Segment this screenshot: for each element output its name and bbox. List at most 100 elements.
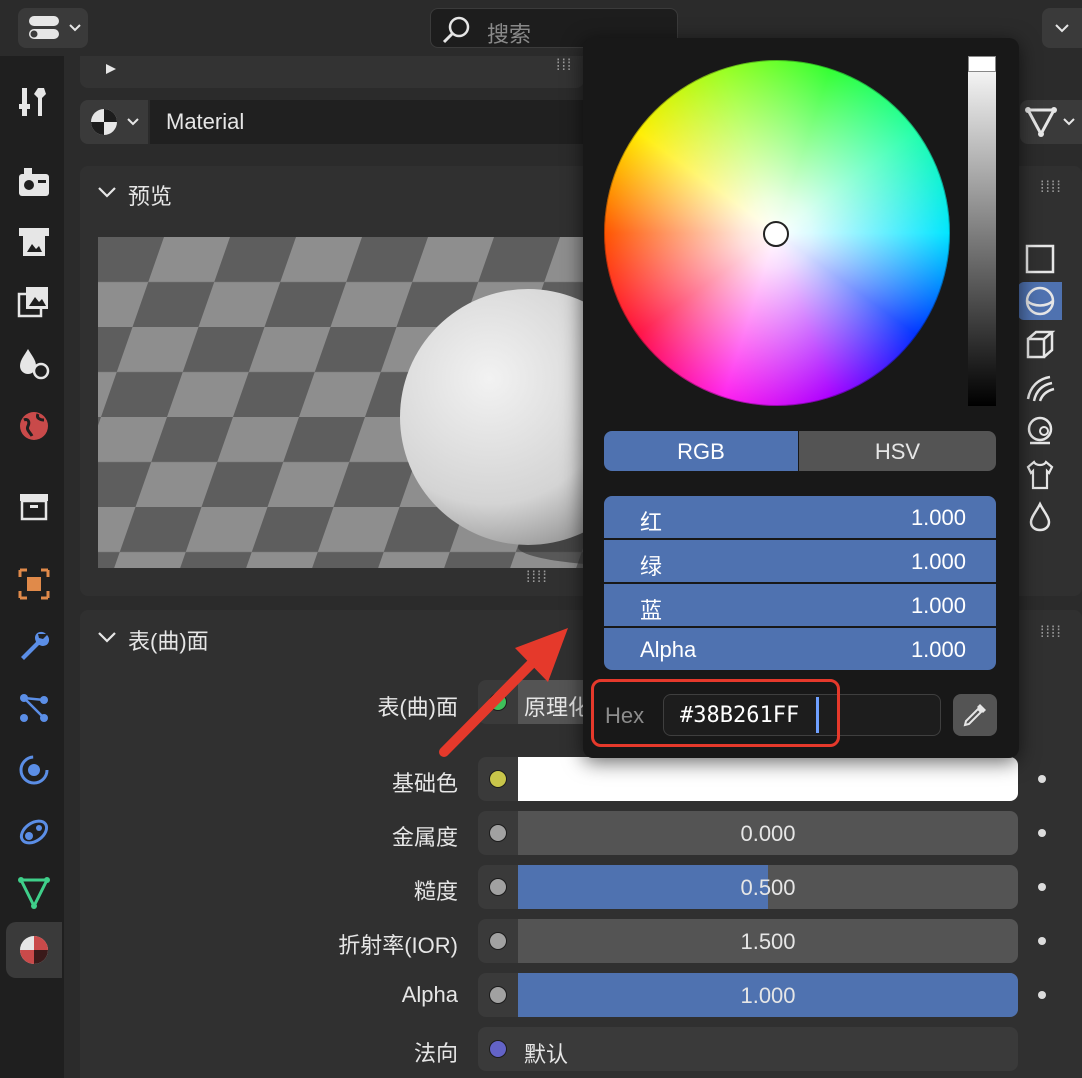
tab-particles[interactable] bbox=[6, 680, 62, 736]
keyframe-dot[interactable] bbox=[1038, 829, 1046, 837]
roughness-slider[interactable]: 0.500 bbox=[518, 865, 1018, 909]
blue-channel-slider[interactable]: 蓝 1.000 bbox=[604, 584, 996, 626]
chevron-down-icon bbox=[1063, 118, 1075, 126]
tab-material[interactable] bbox=[6, 922, 62, 978]
socket-dot bbox=[489, 986, 507, 1004]
chevron-down-icon bbox=[69, 24, 81, 32]
color-wheel-cursor[interactable] bbox=[763, 221, 789, 247]
tab-collection[interactable] bbox=[6, 478, 62, 534]
base-color-swatch[interactable] bbox=[518, 757, 1018, 801]
alpha-socket[interactable] bbox=[478, 973, 518, 1017]
metallic-value: 0.000 bbox=[740, 821, 796, 846]
tab-rgb[interactable]: RGB bbox=[604, 431, 798, 471]
triangle-right-icon bbox=[106, 64, 116, 74]
metallic-label: 金属度 bbox=[391, 825, 458, 850]
tab-scene[interactable] bbox=[6, 336, 62, 392]
tab-modifiers[interactable] bbox=[6, 618, 62, 674]
output-icon bbox=[19, 228, 49, 256]
drop-icon bbox=[1029, 501, 1051, 532]
tool-icon bbox=[19, 88, 46, 116]
green-channel-label: 绿 bbox=[640, 554, 663, 579]
normal-socket[interactable] bbox=[478, 1027, 518, 1071]
alpha-slider[interactable]: 1.000 bbox=[518, 973, 1018, 1017]
socket-dot bbox=[489, 693, 507, 711]
tab-tool[interactable] bbox=[6, 74, 62, 130]
normal-field[interactable]: 默认 bbox=[518, 1027, 1018, 1071]
material-browse-button[interactable] bbox=[80, 100, 148, 144]
chevron-down-icon[interactable] bbox=[96, 184, 118, 200]
green-channel-slider[interactable]: 绿 1.000 bbox=[604, 540, 996, 582]
roughness-socket[interactable] bbox=[478, 865, 518, 909]
sphere-icon bbox=[1025, 286, 1055, 316]
tab-render[interactable] bbox=[6, 154, 62, 210]
eyedropper-button[interactable] bbox=[953, 694, 997, 736]
tab-view-layer[interactable] bbox=[6, 274, 62, 330]
tab-output[interactable] bbox=[6, 214, 62, 270]
properties-tab-strip bbox=[0, 56, 64, 1078]
chevron-down-icon bbox=[1055, 24, 1069, 33]
preview-cube-button[interactable] bbox=[1018, 326, 1062, 364]
scene-icon bbox=[20, 349, 50, 380]
metallic-slider[interactable]: 0.000 bbox=[518, 811, 1018, 855]
preview-plane-button[interactable] bbox=[1018, 240, 1062, 278]
preview-cloth-button[interactable] bbox=[1018, 456, 1062, 494]
ior-slider[interactable]: 1.500 bbox=[518, 919, 1018, 963]
value-slider[interactable] bbox=[968, 56, 996, 406]
drag-grip-icon[interactable]: ⁞⁞⁞⁞ bbox=[526, 569, 548, 587]
tab-hsv[interactable]: HSV bbox=[799, 431, 996, 471]
surface-socket[interactable] bbox=[478, 680, 518, 724]
tab-object[interactable] bbox=[6, 556, 62, 612]
preview-panel-title: 预览 bbox=[128, 184, 173, 209]
socket-dot bbox=[489, 932, 507, 950]
world-icon bbox=[20, 412, 48, 440]
surface-shader-selector[interactable]: 原理化 bbox=[518, 680, 584, 724]
mesh-data-icon bbox=[18, 877, 50, 910]
hair-icon bbox=[1026, 375, 1055, 402]
tab-physics[interactable] bbox=[6, 742, 62, 798]
keyframe-dot[interactable] bbox=[1038, 775, 1046, 783]
ior-socket[interactable] bbox=[478, 919, 518, 963]
drag-grip-icon[interactable]: ⁞⁞⁞⁞ bbox=[1040, 624, 1062, 642]
chevron-down-icon[interactable] bbox=[96, 629, 118, 645]
socket-dot bbox=[489, 770, 507, 788]
alpha-value: 1.000 bbox=[740, 983, 796, 1008]
keyframe-dot[interactable] bbox=[1038, 991, 1046, 999]
surface-shader-value: 原理化 bbox=[524, 695, 584, 720]
keyframe-dot[interactable] bbox=[1038, 883, 1046, 891]
material-name-field[interactable]: Material bbox=[150, 100, 584, 144]
tab-constraints[interactable] bbox=[6, 804, 62, 860]
header-dropdown-button[interactable] bbox=[1042, 8, 1082, 48]
preview-fluid-button[interactable] bbox=[1018, 498, 1062, 536]
material-name: Material bbox=[166, 109, 245, 134]
mesh-data-icon bbox=[1025, 107, 1057, 138]
material-icon bbox=[91, 109, 117, 135]
object-data-button[interactable] bbox=[1020, 100, 1082, 144]
value-slider-handle[interactable] bbox=[968, 56, 996, 72]
render-icon bbox=[19, 168, 49, 196]
preview-hair-button[interactable] bbox=[1018, 368, 1062, 406]
tab-world[interactable] bbox=[6, 398, 62, 454]
drag-grip-icon[interactable]: ⁞⁞⁞ bbox=[556, 57, 572, 75]
editor-type-icon bbox=[29, 16, 59, 39]
base-color-socket[interactable] bbox=[478, 757, 518, 801]
search-icon bbox=[442, 16, 470, 44]
red-channel-slider[interactable]: 红 1.000 bbox=[604, 496, 996, 538]
collection-icon bbox=[20, 494, 48, 521]
blue-channel-value: 1.000 bbox=[910, 593, 966, 618]
normal-value: 默认 bbox=[524, 1042, 569, 1067]
preview-monkey-button[interactable] bbox=[1018, 412, 1062, 450]
eyedropper-icon bbox=[963, 704, 986, 727]
red-channel-label: 红 bbox=[640, 510, 663, 535]
base-color-label: 基础色 bbox=[391, 771, 458, 796]
alpha-channel-label: Alpha bbox=[640, 637, 697, 662]
physics-icon bbox=[19, 755, 49, 785]
alpha-channel-value: 1.000 bbox=[910, 637, 966, 662]
editor-type-button[interactable] bbox=[18, 8, 88, 48]
keyframe-dot[interactable] bbox=[1038, 937, 1046, 945]
preview-sphere-button[interactable] bbox=[1018, 282, 1062, 320]
drag-grip-icon[interactable]: ⁞⁞⁞⁞ bbox=[1040, 179, 1062, 197]
metallic-socket[interactable] bbox=[478, 811, 518, 855]
collapsed-panel-bar[interactable]: ⁞⁞⁞ bbox=[80, 56, 584, 88]
tab-data[interactable] bbox=[6, 864, 62, 920]
alpha-channel-slider[interactable]: Alpha 1.000 bbox=[604, 628, 996, 670]
